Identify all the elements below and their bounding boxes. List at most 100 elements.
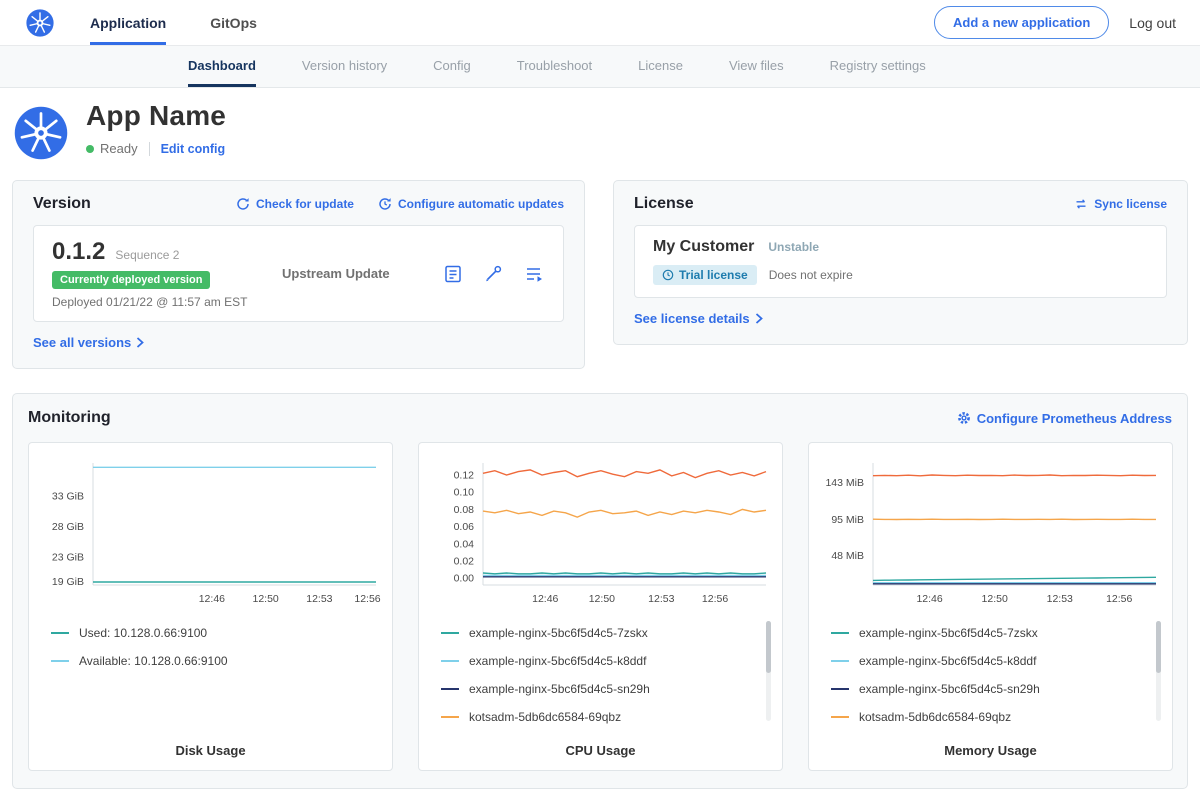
chart-title-memory-usage: Memory Usage [817,731,1164,758]
legend-item: kotsadm-5db6dc6584-69qbz [831,703,1148,731]
tab-application[interactable]: Application [90,0,166,45]
subtab-registry-settings[interactable]: Registry settings [830,46,926,87]
version-sequence: Sequence 2 [115,248,179,262]
disk-usage-chart: 33 GiB28 GiB23 GiB19 GiB12:4612:5012:531… [37,455,384,607]
license-type-row: Trial license Does not expire [653,265,1148,285]
monitoring-card: Monitoring Configure Prometheus Address … [12,393,1188,789]
legend-item: Available: 10.128.0.66:9100 [51,647,368,675]
kubernetes-logo-icon [26,9,54,37]
legend-item: example-nginx-5bc6f5d4c5-k8ddf [831,647,1148,675]
svg-text:0.10: 0.10 [454,487,475,499]
subtab-view-files[interactable]: View files [729,46,784,87]
see-license-details-label: See license details [634,311,750,326]
svg-text:143 MiB: 143 MiB [825,477,864,489]
refresh-icon [236,197,250,211]
configure-automatic-updates-label: Configure automatic updates [398,197,564,211]
see-all-versions-link[interactable]: See all versions [33,335,144,350]
see-all-versions-label: See all versions [33,335,131,350]
svg-text:12:53: 12:53 [306,593,332,605]
current-version-box: 0.1.2 Sequence 2 Currently deployed vers… [33,225,564,322]
subtab-license[interactable]: License [638,46,683,87]
expiry-text: Does not expire [769,268,853,282]
tab-gitops-label: GitOps [210,15,257,31]
disk-usage-legend: Used: 10.128.0.66:9100 Available: 10.128… [51,619,384,675]
license-card-links: Sync license [1074,197,1167,211]
preflight-checks-button[interactable] [443,264,463,284]
legend-scrollbar[interactable] [766,621,771,721]
svg-text:12:56: 12:56 [702,593,728,605]
config-edit-button[interactable] [483,264,503,284]
edit-config-link[interactable]: Edit config [161,142,226,156]
subtab-label: Registry settings [830,58,926,73]
svg-text:12:50: 12:50 [982,593,1008,605]
license-title: License [634,195,694,213]
subtab-troubleshoot[interactable]: Troubleshoot [517,46,592,87]
channel-label: Unstable [768,240,819,254]
svg-text:12:53: 12:53 [648,593,674,605]
chart-title-cpu-usage: CPU Usage [427,731,774,758]
app-header: App Name Ready Edit config [0,88,1200,166]
version-number-row: 0.1.2 Sequence 2 [52,238,274,266]
legend-label: kotsadm-5db6dc6584-69qbz [469,710,621,724]
legend-scrollbar-thumb[interactable] [1156,621,1161,673]
tab-application-label: Application [90,15,166,31]
app-status-row: Ready Edit config [86,141,226,156]
subtab-config[interactable]: Config [433,46,471,87]
logout-button[interactable]: Log out [1129,15,1176,31]
clock-refresh-icon [378,197,392,211]
add-application-button[interactable]: Add a new application [934,6,1109,39]
subtab-label: Version history [302,58,387,73]
view-diff-button[interactable] [523,264,545,284]
version-card: Version Check for update Configure au [12,180,585,369]
legend-label: Available: 10.128.0.66:9100 [79,654,228,668]
legend-swatch [51,660,69,662]
svg-text:19 GiB: 19 GiB [52,576,84,588]
current-version-info: 0.1.2 Sequence 2 Currently deployed vers… [52,238,274,309]
legend-swatch [441,632,459,634]
monitoring-title: Monitoring [28,409,111,427]
cpu-usage-chart: 0.120.100.080.060.040.020.0012:4612:5012… [427,455,774,607]
monitoring-header: Monitoring Configure Prometheus Address [28,409,1172,427]
top-nav: Application GitOps Add a new application… [0,0,1200,46]
legend-label: example-nginx-5bc6f5d4c5-7zskx [469,626,648,640]
svg-text:0.02: 0.02 [454,555,475,567]
sync-license-link[interactable]: Sync license [1074,197,1167,211]
svg-text:28 GiB: 28 GiB [52,521,84,533]
configure-automatic-updates-link[interactable]: Configure automatic updates [378,197,564,211]
subtab-version-history[interactable]: Version history [302,46,387,87]
subtab-dashboard[interactable]: Dashboard [188,46,256,87]
legend-scrollbar-thumb[interactable] [766,621,771,673]
configure-prometheus-link[interactable]: Configure Prometheus Address [957,411,1172,426]
app-logo-icon [14,106,68,160]
legend-label: Used: 10.128.0.66:9100 [79,626,207,640]
tab-gitops[interactable]: GitOps [210,0,257,45]
svg-text:12:53: 12:53 [1047,593,1073,605]
view-diff-icon [523,264,545,284]
legend-scrollbar[interactable] [1156,621,1161,721]
see-license-details-link[interactable]: See license details [634,311,763,326]
svg-text:95 MiB: 95 MiB [831,514,864,526]
check-for-update-link[interactable]: Check for update [236,197,354,211]
license-customer-row: My Customer Unstable [653,238,1148,256]
svg-text:12:50: 12:50 [589,593,615,605]
app-name: App Name [86,100,226,132]
cpu-usage-legend: example-nginx-5bc6f5d4c5-7zskx example-n… [441,619,774,731]
memory-usage-chart: 143 MiB95 MiB48 MiB12:4612:5012:5312:56 [817,455,1164,607]
trial-license-badge: Trial license [653,265,757,285]
check-for-update-label: Check for update [256,197,354,211]
legend-item: Used: 10.128.0.66:9100 [51,619,368,647]
svg-text:12:56: 12:56 [354,593,380,605]
legend-label: example-nginx-5bc6f5d4c5-7zskx [859,626,1038,640]
subtab-label: License [638,58,683,73]
charts-row: 33 GiB28 GiB23 GiB19 GiB12:4612:5012:531… [28,442,1172,771]
subtab-label: View files [729,58,784,73]
legend-swatch [831,688,849,690]
svg-text:12:56: 12:56 [1106,593,1132,605]
trial-license-label: Trial license [679,268,748,282]
legend-item: kotsadm-5db6dc6584-69qbz [441,703,758,731]
version-card-header: Version Check for update Configure au [33,195,564,213]
svg-text:23 GiB: 23 GiB [52,551,84,563]
svg-text:48 MiB: 48 MiB [831,550,864,562]
preflight-checks-icon [443,264,463,284]
legend-label: example-nginx-5bc6f5d4c5-k8ddf [469,654,646,668]
